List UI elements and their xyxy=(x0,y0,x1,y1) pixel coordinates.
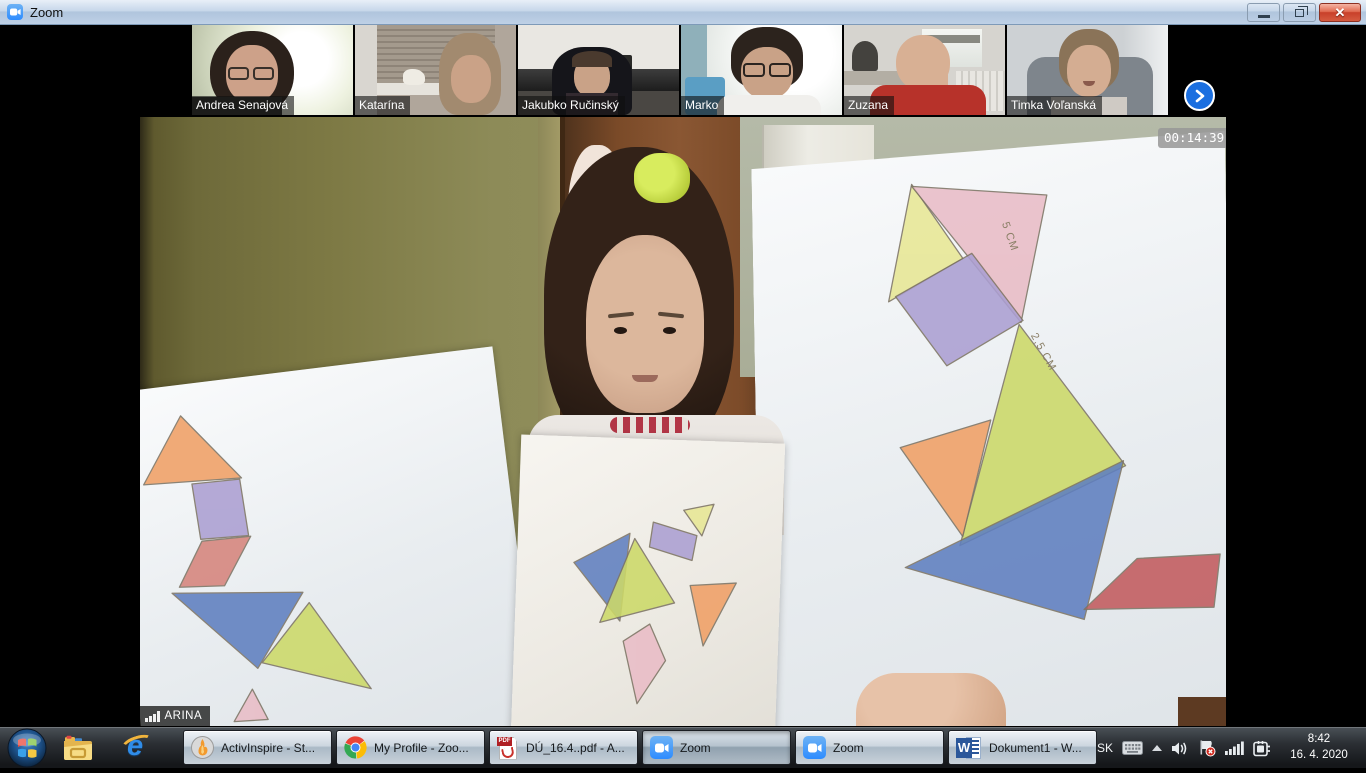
speaker-name-tag: ARINA xyxy=(140,706,210,726)
tangram-paper-left xyxy=(140,346,539,726)
glasses xyxy=(228,67,249,80)
tangram-duck-drawing xyxy=(751,131,1226,726)
close-button[interactable]: ✕ xyxy=(1319,3,1361,22)
shirt-collar-pattern xyxy=(610,417,690,433)
participant-name: Marko xyxy=(681,96,724,115)
zoom-app-icon xyxy=(7,4,23,20)
network-signal-icon[interactable] xyxy=(1225,741,1244,755)
person-hair xyxy=(572,51,612,67)
participant-name: Zuzana xyxy=(844,96,894,115)
tangram-paper-right: 5 CM 2,5 CM xyxy=(751,131,1226,726)
minimize-button[interactable] xyxy=(1247,3,1280,22)
windows-logo-icon xyxy=(7,728,47,768)
show-hidden-icons-button[interactable] xyxy=(1152,745,1162,751)
taskbar-button-word[interactable]: W Dokument1 - W... xyxy=(948,730,1097,765)
girl-eye xyxy=(614,327,627,334)
person-face xyxy=(451,55,491,103)
participant-name: Jakubko Ručinský xyxy=(518,96,625,115)
clock-date: 16. 4. 2020 xyxy=(1280,748,1358,764)
internet-explorer-icon: e xyxy=(122,733,154,763)
chrome-icon xyxy=(344,736,367,759)
participant-video-timka[interactable]: Timka Voľanská xyxy=(1007,25,1168,115)
participant-name: Timka Voľanská xyxy=(1007,96,1102,115)
tangram-paper-middle xyxy=(511,434,785,726)
taskbar-button-label: Dokument1 - W... xyxy=(989,741,1082,755)
girl-eye xyxy=(663,327,676,334)
signal-strength-icon xyxy=(145,711,160,722)
participant-video-jakubko[interactable]: Jakubko Ručinský xyxy=(518,25,679,115)
word-icon: W xyxy=(956,736,982,760)
speaker-name: ARINA xyxy=(165,710,203,722)
internet-explorer-taskbar-button[interactable]: e xyxy=(116,731,160,765)
person-body xyxy=(717,95,821,115)
taskbar-button-zoom-1[interactable]: Zoom xyxy=(642,730,791,765)
keyboard-icon[interactable] xyxy=(1122,741,1143,755)
explorer-taskbar-button[interactable] xyxy=(56,731,100,765)
clock-time: 8:42 xyxy=(1280,732,1358,748)
participants-filmstrip: Andrea Senajová Katarína Jakubko Ručinsk… xyxy=(0,25,1366,115)
person-face xyxy=(1067,45,1111,97)
glasses xyxy=(253,67,274,80)
participant-video-marko[interactable]: Marko xyxy=(681,25,842,115)
main-stage: 5 CM 2,5 CM xyxy=(0,115,1366,726)
taskbar-button-label: Zoom xyxy=(833,741,864,755)
participant-name: Katarína xyxy=(355,96,410,115)
volume-icon[interactable] xyxy=(1171,741,1189,756)
glasses xyxy=(769,63,791,77)
active-speaker-video: 5 CM 2,5 CM xyxy=(140,117,1226,726)
next-participants-button[interactable] xyxy=(1184,80,1215,111)
tangram-swan-drawing xyxy=(140,346,539,726)
system-tray: SK 8:42 16. 4. 2020 xyxy=(1097,727,1366,769)
restore-icon xyxy=(1295,9,1304,17)
ornament xyxy=(403,69,425,85)
start-button[interactable] xyxy=(7,728,47,768)
zoom-icon xyxy=(803,736,826,759)
taskbar-button-label: Zoom xyxy=(680,741,711,755)
windows-explorer-icon xyxy=(62,735,94,761)
windows-taskbar: e ActivInspire - St... My Profile - Zoo.… xyxy=(0,726,1366,768)
table-corner xyxy=(1178,697,1226,726)
zoom-icon xyxy=(650,736,673,759)
child-hand xyxy=(856,673,1006,726)
taskbar-clock[interactable]: 8:42 16. 4. 2020 xyxy=(1280,732,1358,763)
participant-video-katarina[interactable]: Katarína xyxy=(355,25,516,115)
meeting-timer: 00:14:39 xyxy=(1158,128,1226,148)
desk-lamp xyxy=(852,41,878,71)
taskbar-button-activinspire[interactable]: ActivInspire - St... xyxy=(183,730,332,765)
participant-video-andrea[interactable]: Andrea Senajová xyxy=(192,25,353,115)
taskbar-button-label: DÚ_16.4..pdf - A... xyxy=(526,741,625,755)
tangram-fish-drawing xyxy=(511,434,785,726)
activinspire-icon xyxy=(191,736,214,759)
glasses xyxy=(743,63,765,77)
pdf-icon: PDF xyxy=(497,735,519,761)
taskbar-button-label: My Profile - Zoo... xyxy=(374,741,469,755)
action-center-flag-icon[interactable] xyxy=(1198,740,1216,757)
close-icon: ✕ xyxy=(1335,6,1346,19)
participant-video-zuzana[interactable]: Zuzana xyxy=(844,25,1005,115)
girl-face xyxy=(586,235,704,413)
participant-name: Andrea Senajová xyxy=(192,96,294,115)
restore-button[interactable] xyxy=(1283,3,1316,22)
taskbar-button-chrome[interactable]: My Profile - Zoo... xyxy=(336,730,485,765)
hair-scrunchie xyxy=(634,153,690,203)
power-plug-icon[interactable] xyxy=(1253,740,1271,757)
chevron-right-icon xyxy=(1194,89,1206,103)
girl-mouth xyxy=(632,375,658,382)
taskbar-button-label: ActivInspire - St... xyxy=(221,741,315,755)
window-title: Zoom xyxy=(30,5,63,20)
taskbar-button-zoom-2[interactable]: Zoom xyxy=(795,730,944,765)
minimize-icon xyxy=(1258,15,1270,18)
window-titlebar: Zoom ✕ xyxy=(0,0,1366,25)
taskbar-button-pdf[interactable]: PDF DÚ_16.4..pdf - A... xyxy=(489,730,638,765)
language-indicator[interactable]: SK xyxy=(1097,741,1113,755)
